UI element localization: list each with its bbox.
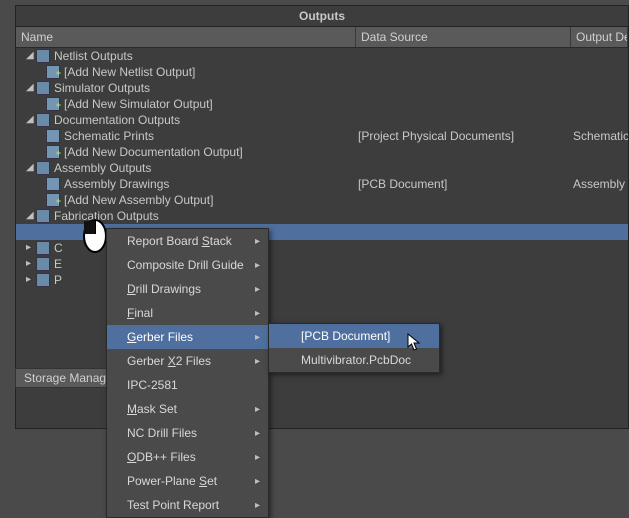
add-icon [46, 97, 60, 111]
ctx-item-label: ODB++ Files [127, 450, 196, 464]
panel-title: Outputs [15, 5, 629, 26]
ctx-item-ipc-2581[interactable]: IPC-2581 [107, 373, 268, 397]
grid-header: Name Data Source Output Descri [16, 27, 628, 48]
ctx-item-label: NC Drill Files [127, 426, 197, 440]
category-label: Assembly Outputs [54, 160, 151, 176]
add-label: [Add New Documentation Output] [64, 144, 243, 160]
category-label: Documentation Outputs [54, 112, 180, 128]
add-netlist-output[interactable]: [Add New Netlist Output] [16, 64, 628, 80]
storage-manager-button[interactable]: Storage Manag [15, 368, 115, 388]
folder-icon [36, 161, 50, 175]
ctx-item-nc-drill-files[interactable]: NC Drill Files ▸ [107, 421, 268, 445]
tree-category-documentation[interactable]: ◢ Documentation Outputs [16, 112, 628, 128]
ctx-item-mask-set[interactable]: Mask Set ▸ [107, 397, 268, 421]
chevron-down-icon[interactable]: ◢ [26, 160, 36, 176]
ctx-item-label: Gerber X2 Files [127, 354, 211, 368]
add-label: [Add New Simulator Output] [64, 96, 213, 112]
output-schematic-prints[interactable]: Schematic Prints [Project Physical Docum… [16, 128, 628, 144]
ctx-item-label: Drill Drawings [127, 282, 201, 296]
tree-category-assembly[interactable]: ◢ Assembly Outputs [16, 160, 628, 176]
category-label: Netlist Outputs [54, 48, 133, 64]
tree-category-netlist[interactable]: ◢ Netlist Outputs [16, 48, 628, 64]
ctx-item-gerber-files[interactable]: Gerber Files ▸ [107, 325, 268, 349]
output-desc: Assembly Draw [571, 176, 628, 192]
ctx-item-power-plane-set[interactable]: Power-Plane Set ▸ [107, 469, 268, 493]
ctx-item-test-point-report[interactable]: Test Point Report ▸ [107, 493, 268, 517]
chevron-right-icon[interactable]: ▸ [26, 256, 36, 272]
submenu-item-multivibrator-pcbdoc[interactable]: Multivibrator.PcbDoc [269, 348, 439, 372]
folder-icon [36, 49, 50, 63]
add-label: [Add New Assembly Output] [64, 192, 213, 208]
ctx-item-drill-drawings[interactable]: Drill Drawings ▸ [107, 277, 268, 301]
category-label: Simulator Outputs [54, 80, 150, 96]
submenu-arrow-icon: ▸ [255, 284, 260, 295]
submenu-item-pcb-document[interactable]: [PCB Document] [269, 324, 439, 348]
folder-icon [36, 209, 50, 223]
submenu-arrow-icon: ▸ [255, 260, 260, 271]
col-header-name[interactable]: Name [16, 27, 356, 47]
submenu-arrow-icon: ▸ [255, 236, 260, 247]
document-icon [46, 177, 60, 191]
submenu-arrow-icon: ▸ [255, 308, 260, 319]
ctx-item-label: Final [127, 306, 153, 320]
chevron-down-icon[interactable]: ◢ [26, 112, 36, 128]
add-simulator-output[interactable]: [Add New Simulator Output] [16, 96, 628, 112]
folder-icon [36, 113, 50, 127]
tree-category-simulator[interactable]: ◢ Simulator Outputs [16, 80, 628, 96]
add-icon [46, 65, 60, 79]
output-data-source: [PCB Document] [356, 176, 571, 192]
document-icon [46, 129, 60, 143]
output-data-source: [Project Physical Documents] [356, 128, 571, 144]
chevron-right-icon[interactable]: ▸ [26, 240, 36, 256]
submenu-arrow-icon: ▸ [255, 332, 260, 343]
add-icon [46, 145, 60, 159]
chevron-down-icon[interactable]: ◢ [26, 48, 36, 64]
output-name: Assembly Drawings [64, 176, 169, 192]
ctx-item-composite-drill-guide[interactable]: Composite Drill Guide ▸ [107, 253, 268, 277]
category-label: P [54, 272, 62, 288]
gerber-files-submenu: [PCB Document]Multivibrator.PcbDoc [268, 323, 440, 373]
add-label: [Add New Netlist Output] [64, 64, 195, 80]
submenu-arrow-icon: ▸ [255, 404, 260, 415]
ctx-item-label: Mask Set [127, 402, 177, 416]
output-name: Schematic Prints [64, 128, 154, 144]
ctx-item-report-board-stack[interactable]: Report Board Stack ▸ [107, 229, 268, 253]
submenu-arrow-icon: ▸ [255, 500, 260, 511]
ctx-item-label: Power-Plane Set [127, 474, 217, 488]
ctx-item-odb-files[interactable]: ODB++ Files ▸ [107, 445, 268, 469]
fabrication-context-menu: Report Board Stack▸Composite Drill Guide… [106, 228, 269, 518]
ctx-item-label: Report Board Stack [127, 234, 232, 248]
submenu-arrow-icon: ▸ [255, 476, 260, 487]
ctx-item-label: Composite Drill Guide [127, 258, 244, 272]
ctx-item-label: Gerber Files [127, 330, 193, 344]
submenu-arrow-icon: ▸ [255, 356, 260, 367]
ctx-item-label: IPC-2581 [127, 378, 178, 392]
ctx-item-gerber-x2-files[interactable]: Gerber X2 Files ▸ [107, 349, 268, 373]
output-desc: Schematic Prin [571, 128, 628, 144]
add-icon [46, 193, 60, 207]
folder-icon [36, 241, 50, 255]
chevron-down-icon[interactable]: ◢ [26, 208, 36, 224]
add-documentation-output[interactable]: [Add New Documentation Output] [16, 144, 628, 160]
add-assembly-output[interactable]: [Add New Assembly Output] [16, 192, 628, 208]
chevron-down-icon[interactable]: ◢ [26, 80, 36, 96]
submenu-arrow-icon: ▸ [255, 428, 260, 439]
folder-icon [36, 81, 50, 95]
submenu-arrow-icon: ▸ [255, 452, 260, 463]
ctx-item-final[interactable]: Final ▸ [107, 301, 268, 325]
col-header-output-description[interactable]: Output Descri [571, 27, 628, 47]
category-label: C [54, 240, 63, 256]
chevron-right-icon[interactable]: ▸ [26, 272, 36, 288]
output-assembly-drawings[interactable]: Assembly Drawings [PCB Document] Assembl… [16, 176, 628, 192]
col-header-data-source[interactable]: Data Source [356, 27, 571, 47]
folder-icon [36, 257, 50, 271]
category-label: E [54, 256, 62, 272]
folder-icon [36, 273, 50, 287]
ctx-item-label: Test Point Report [127, 498, 219, 512]
